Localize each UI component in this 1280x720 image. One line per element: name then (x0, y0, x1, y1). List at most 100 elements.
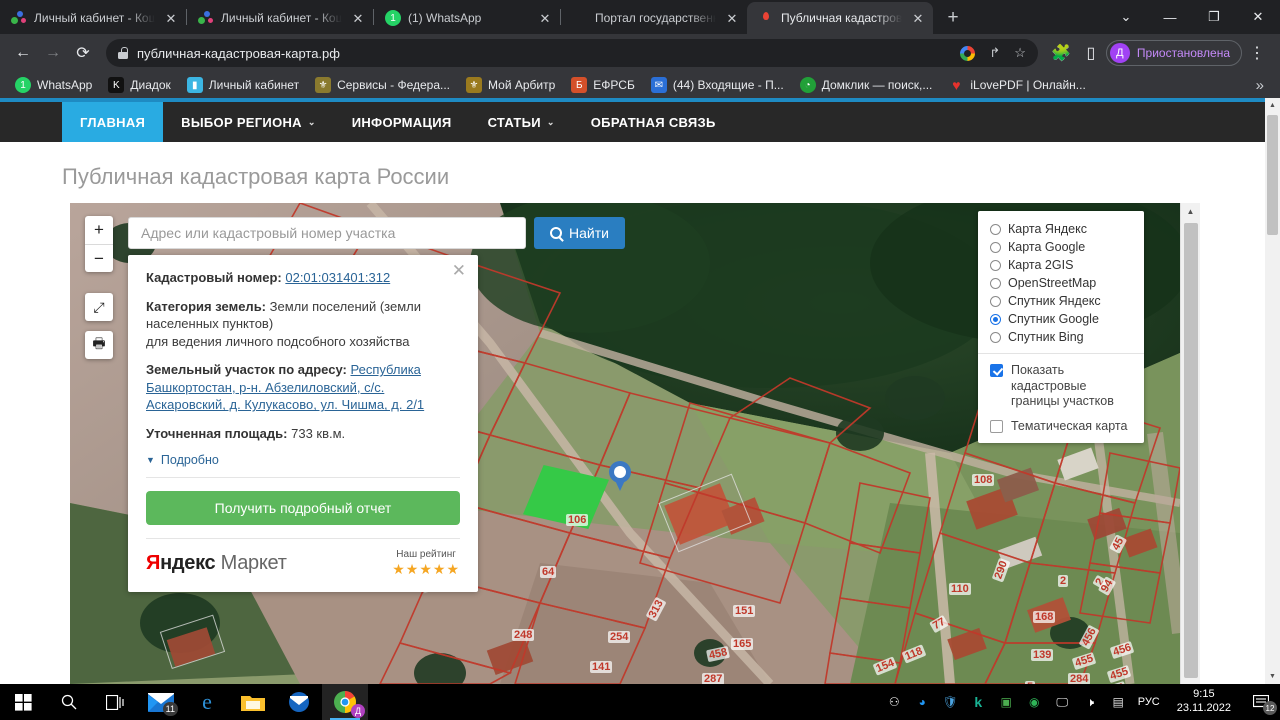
layer-option-bing-satellite[interactable]: Спутник Bing (978, 328, 1144, 346)
tab-title: Публичная кадастровая (781, 11, 902, 25)
layer-option-yandex-satellite[interactable]: Спутник Яндекс (978, 292, 1144, 310)
people-icon[interactable]: ⚇ (886, 694, 903, 711)
update-icon[interactable]: ▤ (1110, 694, 1127, 711)
map-scrollbar[interactable]: ▲ (1180, 203, 1200, 684)
nav-item-home[interactable]: ГЛАВНАЯ (62, 102, 164, 142)
language-indicator[interactable]: РУС (1138, 696, 1160, 708)
cadastral-number-link[interactable]: 02:01:031401:312 (285, 270, 390, 285)
close-window-button[interactable]: ✕ (1236, 0, 1280, 34)
taskbar-app-edge[interactable]: e (184, 684, 230, 720)
task-view-button[interactable] (92, 684, 138, 720)
layer-option-google-map[interactable]: Карта Google (978, 238, 1144, 256)
system-tray: ⚇ ◕ 🛡 k ▣ ◉ 🖵 🕨 ▤ РУС 9:15 23.11.2022 12 (886, 688, 1280, 716)
maps-icon (758, 10, 774, 26)
nav-item-region[interactable]: ВЫБОР РЕГИОНА ⌄ (163, 102, 334, 142)
yandex-market-logo: Яндекс Маркет (146, 552, 287, 575)
new-tab-button[interactable]: + (939, 4, 967, 32)
side-panel-icon[interactable]: ▯ (1076, 38, 1106, 68)
bookmark-moy-arbitr[interactable]: ⚜ Мой Арбитр (459, 74, 562, 96)
back-button[interactable]: ← (8, 38, 38, 68)
layer-label: Карта Яндекс (1008, 222, 1087, 236)
tab-search-icon[interactable]: ⌄ (1104, 0, 1148, 34)
browser-tab-2[interactable]: Личный кабинет - Коше ✕ (187, 2, 373, 34)
checkbox-thematic-map[interactable]: Тематическая карта (978, 417, 1144, 435)
parcel-label: 139 (1031, 649, 1054, 661)
nav-item-information[interactable]: ИНФОРМАЦИЯ (334, 102, 470, 142)
taskbar-app-thunderbird[interactable] (276, 684, 322, 720)
google-icon[interactable] (960, 45, 976, 61)
search-input[interactable] (128, 217, 526, 249)
reload-button[interactable]: ⟳ (68, 38, 98, 68)
tab-close-icon[interactable]: ✕ (723, 9, 741, 27)
nav-item-feedback[interactable]: ОБРАТНАЯ СВЯЗЬ (573, 102, 734, 142)
scroll-down-arrow-icon[interactable]: ▼ (1265, 669, 1280, 684)
maximize-button[interactable]: ❐ (1192, 0, 1236, 34)
layer-option-google-satellite[interactable]: Спутник Google (978, 310, 1144, 328)
tab-close-icon[interactable]: ✕ (909, 9, 927, 27)
notifications-button[interactable]: 12 (1248, 691, 1277, 715)
get-report-button[interactable]: Получить подробный отчет (146, 491, 460, 526)
browser-tab-1[interactable]: Личный кабинет - Коше ✕ (0, 2, 186, 34)
bookmark-gov-services[interactable]: ⚜ Сервисы - Федера... (308, 74, 457, 96)
profile-button[interactable]: Д Приостановлена (1105, 40, 1242, 66)
tab-close-icon[interactable]: ✕ (162, 9, 180, 27)
area-label: Уточненная площадь: (146, 425, 288, 441)
chevron-down-icon: ⌄ (307, 116, 316, 127)
volume-muted-icon[interactable]: 🕨 (1082, 694, 1099, 711)
map-canvas[interactable]: 106 64 248 313 254 141 125 123 127 151 1… (70, 203, 1180, 684)
close-icon[interactable]: ✕ (452, 262, 466, 279)
browser-tab-5-active[interactable]: Публичная кадастровая ✕ (747, 2, 933, 34)
nav-item-articles[interactable]: СТАТЬИ ⌄ (470, 102, 573, 142)
tab-close-icon[interactable]: ✕ (536, 9, 554, 27)
map-pin-icon[interactable] (609, 461, 631, 491)
browser-tab-4[interactable]: Портал государственных ✕ (561, 2, 747, 34)
parcel-label: 110 (949, 583, 971, 595)
details-toggle-label: Подробно (160, 453, 219, 468)
taskbar-app-mail[interactable]: 11 (138, 684, 184, 720)
start-button[interactable] (0, 684, 46, 720)
browser-menu-icon[interactable]: ⋮ (1242, 38, 1272, 68)
layer-option-openstreetmap[interactable]: OpenStreetMap (978, 274, 1144, 292)
shield-icon[interactable]: 🛡 (942, 694, 959, 711)
bookmark-star-icon[interactable]: ☆ (1014, 45, 1026, 61)
print-button[interactable]: 🖶 (85, 331, 113, 359)
bookmarks-overflow-icon[interactable]: » (1248, 77, 1272, 94)
taskbar-search-button[interactable] (46, 684, 92, 720)
browser-tab-3[interactable]: 1 (1) WhatsApp ✕ (374, 2, 560, 34)
map-scrollbar-thumb[interactable] (1184, 223, 1198, 678)
bookmark-efrsb[interactable]: Б ЕФРСБ (564, 74, 642, 96)
checkbox-show-boundaries[interactable]: Показать кадастровые границы участков (978, 361, 1144, 410)
tab-close-icon[interactable]: ✕ (349, 9, 367, 27)
layer-option-2gis-map[interactable]: Карта 2GIS (978, 256, 1144, 274)
page-scrollbar-thumb[interactable] (1267, 115, 1278, 235)
share-icon[interactable]: ↱ (989, 45, 1000, 61)
bookmark-cabinet[interactable]: ▮ Личный кабинет (180, 74, 306, 96)
page-scrollbar[interactable]: ▲ ▼ (1265, 98, 1280, 684)
scroll-up-arrow-icon[interactable]: ▲ (1265, 98, 1280, 113)
clock[interactable]: 9:15 23.11.2022 (1171, 688, 1237, 716)
layer-option-yandex-map[interactable]: Карта Яндекс (978, 220, 1144, 238)
thunderbird-tray-icon[interactable]: ◕ (914, 694, 931, 711)
fullscreen-button[interactable]: ⤢ (85, 293, 113, 321)
address-bar[interactable]: публичная-кадастровая-карта.рф ↱ ☆ (106, 39, 1038, 67)
kaspersky-icon[interactable]: k (970, 694, 987, 711)
scroll-up-arrow-icon[interactable]: ▲ (1181, 203, 1200, 220)
forward-button[interactable]: → (38, 38, 68, 68)
windows-taskbar: 11 e Д ⚇ ◕ 🛡 k ▣ ◉ 🖵 🕨 ▤ РУС 9:15 23.11.… (0, 684, 1280, 720)
taskbar-app-chrome[interactable]: Д (322, 684, 368, 720)
zoom-out-button[interactable]: − (85, 244, 113, 272)
teamviewer-icon[interactable]: ▣ (998, 694, 1015, 711)
security-icon[interactable]: ◉ (1026, 694, 1043, 711)
details-toggle[interactable]: ▼ Подробно (146, 453, 460, 467)
zoom-in-button[interactable]: + (85, 216, 113, 244)
taskbar-app-explorer[interactable] (230, 684, 276, 720)
bookmark-domclick[interactable]: ◔ Домклик — поиск,... (793, 74, 940, 96)
search-button[interactable]: Найти (534, 217, 625, 249)
display-icon[interactable]: 🖵 (1054, 694, 1071, 711)
bookmark-diadoc[interactable]: K Диадок (101, 74, 177, 96)
bookmark-inbox[interactable]: ✉ (44) Входящие - П... (644, 74, 791, 96)
minimize-button[interactable]: — (1148, 0, 1192, 34)
bookmark-whatsapp[interactable]: 1 WhatsApp (8, 74, 99, 96)
extensions-icon[interactable]: 🧩 (1046, 38, 1076, 68)
bookmark-ilovepdf[interactable]: ♥ iLovePDF | Онлайн... (941, 74, 1092, 96)
